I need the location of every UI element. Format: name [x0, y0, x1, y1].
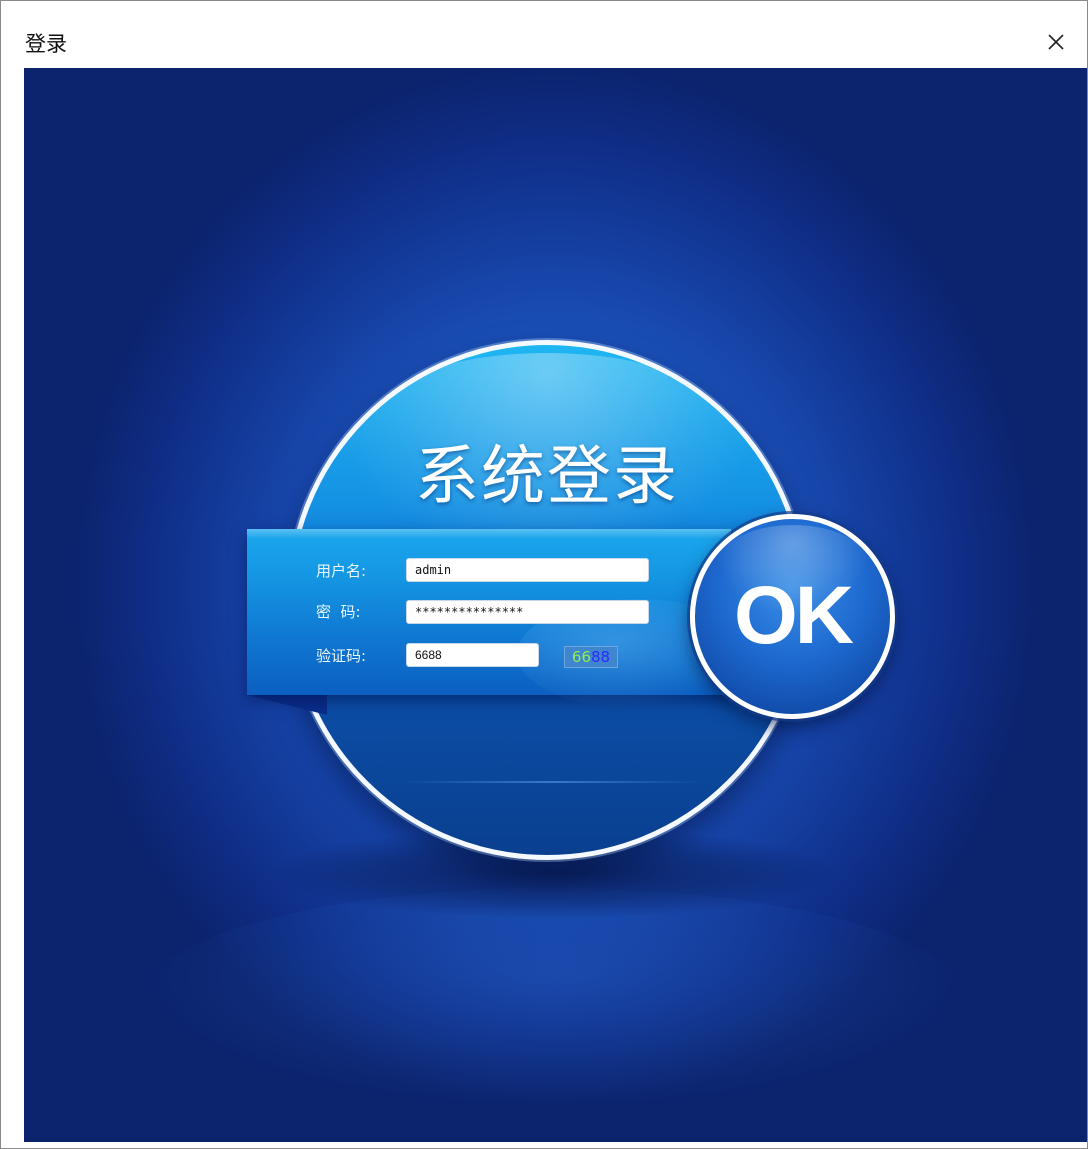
login-window: 登录 系统登录 用户名: admin 密 码: *************** … [0, 0, 1088, 1149]
circle-divider [402, 781, 702, 783]
ok-button-label: OK [734, 570, 854, 661]
close-icon [1048, 34, 1064, 50]
window-title: 登录 [25, 32, 67, 56]
captcha-digits-b: 88 [591, 648, 611, 666]
captcha-input[interactable]: 6688 [406, 643, 539, 667]
panel-fold [247, 695, 327, 715]
system-login-heading: 系统登录 [415, 440, 679, 514]
close-button[interactable] [1039, 25, 1073, 59]
title-bar: 登录 [1, 1, 1087, 67]
panel-highlight [247, 529, 731, 539]
password-label: 密 码: [316, 603, 361, 621]
captcha-digits-a: 66 [571, 648, 591, 666]
username-label: 用户名: [316, 562, 367, 580]
username-input[interactable]: admin [406, 558, 649, 582]
login-background: 系统登录 用户名: admin 密 码: *************** 验证码… [24, 68, 1087, 1142]
ok-button[interactable]: OK [690, 514, 895, 719]
captcha-image[interactable]: 6688 [564, 646, 618, 668]
password-input[interactable]: *************** [406, 600, 649, 624]
captcha-label: 验证码: [316, 647, 367, 665]
floor-glow [144, 888, 964, 1108]
